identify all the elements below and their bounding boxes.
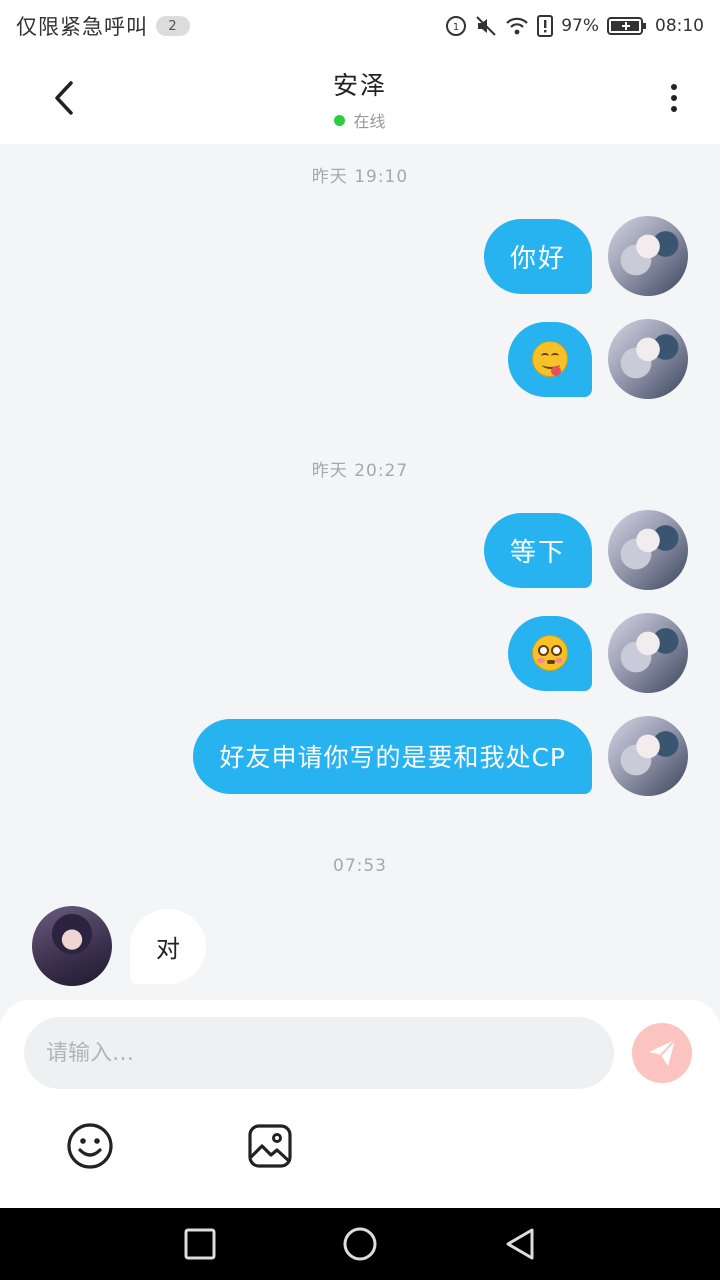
- mobile-data-icon: 1: [445, 15, 467, 37]
- message-bubble-emoji[interactable]: [508, 615, 592, 691]
- more-options-button[interactable]: [658, 76, 690, 120]
- contact-avatar[interactable]: [32, 906, 112, 986]
- circle-icon: [343, 1227, 377, 1261]
- message-outgoing[interactable]: 你好: [483, 216, 688, 296]
- smiley-icon: [67, 1123, 113, 1169]
- image-icon: [248, 1124, 292, 1168]
- send-icon: [649, 1039, 676, 1066]
- timestamp: 昨天 19:10: [311, 167, 409, 187]
- message-incoming[interactable]: 对: [32, 906, 206, 986]
- home-button[interactable]: [336, 1220, 384, 1268]
- notification-count-badge: 2: [156, 16, 190, 36]
- system-nav-bar: [0, 1208, 720, 1280]
- message-outgoing[interactable]: 等下: [483, 510, 688, 590]
- message-input[interactable]: [24, 1017, 614, 1089]
- my-avatar[interactable]: [608, 613, 688, 693]
- message-outgoing[interactable]: [508, 319, 688, 399]
- timestamp: 昨天 20:27: [311, 461, 409, 481]
- battery-percent: 97%: [561, 16, 599, 36]
- chat-header: 安泽 在线: [0, 52, 720, 144]
- online-status-text: 在线: [353, 112, 386, 131]
- timestamp: 07:53: [333, 856, 387, 876]
- more-dot-icon: [671, 95, 677, 101]
- emoji-button[interactable]: [66, 1122, 114, 1170]
- my-avatar[interactable]: [608, 319, 688, 399]
- status-bar: 仅限紧急呼叫 2 1 97% 08:10: [0, 0, 720, 52]
- header-title-block: 安泽 在线: [0, 66, 720, 132]
- mute-icon: [475, 15, 497, 37]
- square-icon: [184, 1228, 216, 1260]
- more-dot-icon: [671, 106, 677, 112]
- online-status: 在线: [0, 108, 720, 132]
- message-bubble[interactable]: 对: [130, 908, 206, 984]
- triangle-back-icon: [506, 1228, 534, 1260]
- my-avatar[interactable]: [608, 510, 688, 590]
- message-bubble[interactable]: 好友申请你写的是要和我处CP: [193, 718, 592, 794]
- my-avatar[interactable]: [608, 216, 688, 296]
- status-right: 1 97% 08:10: [445, 15, 704, 37]
- message-bubble[interactable]: 等下: [483, 512, 592, 588]
- wifi-icon: [505, 15, 529, 37]
- image-button[interactable]: [246, 1122, 294, 1170]
- alert-icon: [537, 15, 554, 37]
- svg-text:1: 1: [453, 22, 459, 33]
- message-composer: [0, 1000, 720, 1208]
- contact-name: 安泽: [332, 71, 387, 100]
- message-outgoing[interactable]: 好友申请你写的是要和我处CP: [193, 716, 688, 796]
- flushed-face-icon: [532, 635, 568, 671]
- online-dot: [334, 114, 346, 126]
- recent-apps-button[interactable]: [176, 1220, 224, 1268]
- more-dot-icon: [671, 84, 677, 90]
- message-bubble[interactable]: 你好: [483, 218, 592, 294]
- message-bubble-emoji[interactable]: [508, 321, 592, 397]
- clock: 08:10: [655, 16, 704, 36]
- my-avatar[interactable]: [608, 716, 688, 796]
- emergency-call-text: 仅限紧急呼叫: [16, 15, 148, 39]
- status-left: 仅限紧急呼叫 2: [16, 11, 190, 41]
- face-savoring-food-icon: [532, 341, 568, 377]
- chat-message-list[interactable]: 昨天 19:10 你好 昨天 20:27 等下 好友申请你写的是要和我处CP 0…: [0, 144, 720, 1000]
- send-button[interactable]: [632, 1023, 692, 1083]
- battery-icon: [607, 16, 647, 36]
- back-nav-button[interactable]: [496, 1220, 544, 1268]
- message-outgoing[interactable]: [508, 613, 688, 693]
